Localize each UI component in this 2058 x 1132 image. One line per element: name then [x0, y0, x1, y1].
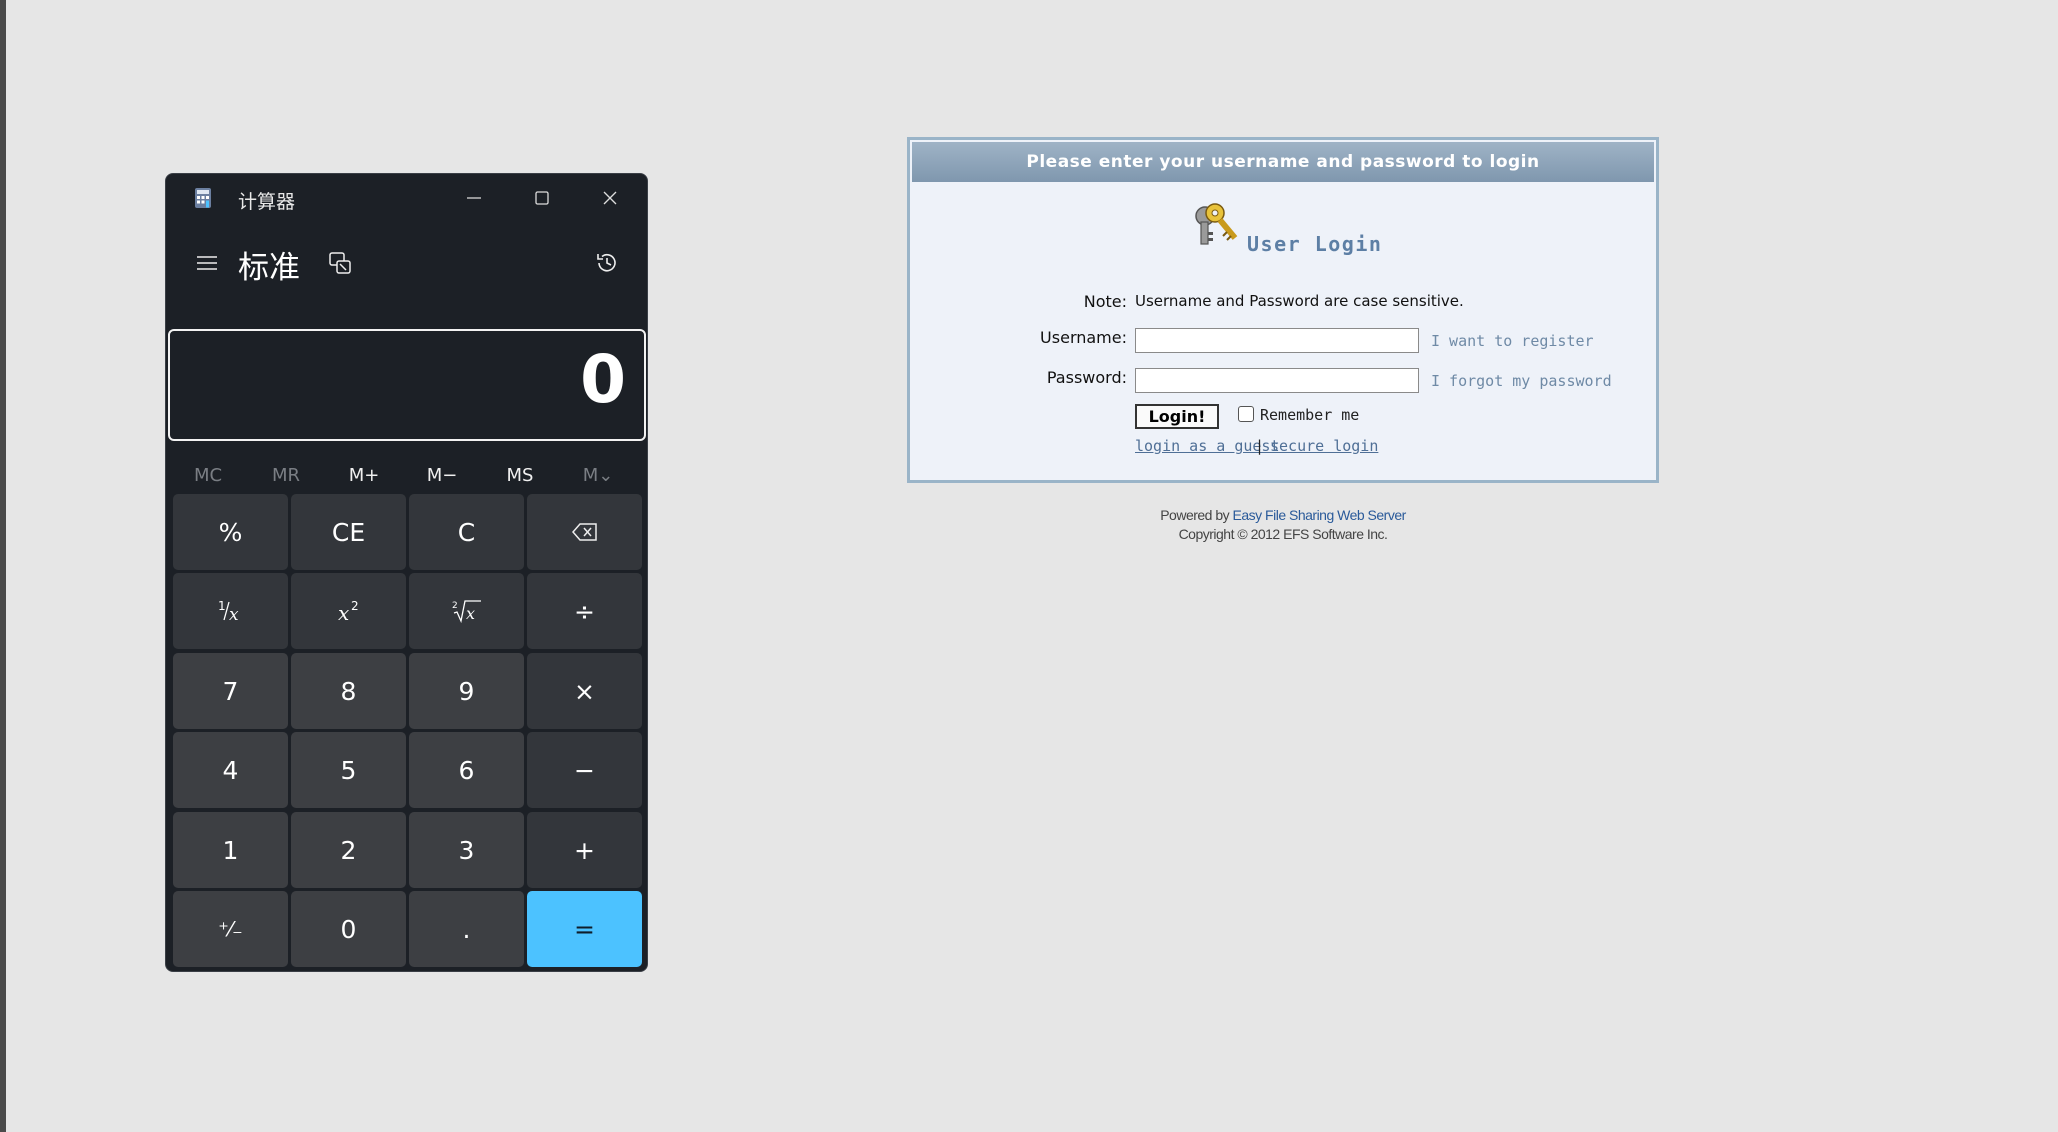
reciprocal-button[interactable]: 1x	[173, 573, 288, 649]
memory-list-button[interactable]: M⌄	[559, 452, 637, 498]
hamburger-icon	[197, 256, 217, 270]
powered-by-text: Powered by	[1160, 507, 1230, 523]
display-value: 0	[580, 341, 626, 418]
link-separator: |	[1255, 437, 1265, 455]
clear-button[interactable]: C	[409, 494, 524, 570]
login-panel: Please enter your username and password …	[907, 137, 1659, 483]
digit-7-button[interactable]: 7	[173, 653, 288, 729]
add-button[interactable]: +	[527, 812, 642, 888]
digit-1-button[interactable]: 1	[173, 812, 288, 888]
maximize-button[interactable]	[508, 174, 576, 222]
square-button[interactable]: x2	[291, 573, 406, 649]
svg-text:x: x	[466, 604, 475, 623]
memory-clear-button[interactable]: MC	[169, 452, 247, 498]
memory-store-button[interactable]: MS	[481, 452, 559, 498]
minimize-button[interactable]	[440, 174, 508, 222]
backspace-icon	[571, 523, 597, 541]
calculator-app-icon	[195, 188, 211, 208]
copyright-text: Copyright © 2012 EFS Software Inc.	[1178, 526, 1388, 542]
keep-on-top-button[interactable]	[321, 244, 359, 282]
calculator-window: 计算器 标准 0 MC MR M+ M− MS M⌄ % CE C 1 x x …	[165, 173, 648, 972]
remember-me-label[interactable]: Remember me	[1260, 406, 1359, 424]
equals-button[interactable]: =	[527, 891, 642, 967]
close-button[interactable]	[576, 174, 644, 222]
history-button[interactable]	[586, 242, 628, 284]
svg-text:2: 2	[351, 599, 359, 613]
svg-text:2: 2	[452, 601, 458, 611]
digit-8-button[interactable]: 8	[291, 653, 406, 729]
memory-recall-button[interactable]: MR	[247, 452, 325, 498]
username-input[interactable]	[1135, 328, 1419, 353]
square-icon: x2	[338, 599, 359, 624]
negate-button[interactable]: ⁺⁄₋	[173, 891, 288, 967]
close-icon	[603, 191, 617, 205]
note-label: Note:	[1083, 292, 1127, 311]
digit-6-button[interactable]: 6	[409, 732, 524, 808]
divide-button[interactable]: ÷	[527, 573, 642, 649]
subtract-button[interactable]: −	[527, 732, 642, 808]
window-title: 计算器	[238, 191, 296, 213]
digit-9-button[interactable]: 9	[409, 653, 524, 729]
calculator-mode-title: 标准	[238, 250, 300, 286]
login-title: User Login	[1247, 232, 1383, 256]
svg-text:x: x	[338, 601, 349, 624]
calculator-titlebar[interactable]: 计算器	[166, 174, 647, 222]
secure-login-link[interactable]: secure login	[1270, 437, 1378, 455]
login-button[interactable]: Login!	[1135, 404, 1219, 429]
keys-icon	[1195, 203, 1238, 245]
clear-entry-button[interactable]: CE	[291, 494, 406, 570]
username-label: Username:	[1040, 328, 1127, 347]
remember-me-checkbox[interactable]	[1238, 406, 1254, 422]
forgot-password-link[interactable]: I forgot my password	[1431, 372, 1612, 390]
login-header: Please enter your username and password …	[912, 142, 1654, 182]
memory-bar: MC MR M+ M− MS M⌄	[166, 452, 647, 498]
maximize-icon	[535, 191, 549, 205]
backspace-button[interactable]	[527, 494, 642, 570]
digit-4-button[interactable]: 4	[173, 732, 288, 808]
svg-text:x: x	[229, 605, 239, 624]
password-label: Password:	[1046, 368, 1127, 387]
minimize-icon	[467, 197, 481, 199]
percent-button[interactable]: %	[173, 494, 288, 570]
multiply-button[interactable]: ×	[527, 653, 642, 729]
page-footer: Powered by Easy File Sharing Web Server …	[907, 506, 1659, 544]
register-link[interactable]: I want to register	[1431, 332, 1594, 350]
digit-5-button[interactable]: 5	[291, 732, 406, 808]
password-input[interactable]	[1135, 368, 1419, 393]
square-root-icon: 2x	[452, 600, 481, 624]
reciprocal-icon: 1x	[218, 599, 239, 624]
digit-2-button[interactable]: 2	[291, 812, 406, 888]
digit-3-button[interactable]: 3	[409, 812, 524, 888]
svg-text:1: 1	[218, 599, 226, 613]
history-icon	[597, 253, 616, 272]
calculator-header: 标准	[166, 222, 647, 304]
memory-subtract-button[interactable]: M−	[403, 452, 481, 498]
window-edge	[0, 0, 6, 1132]
square-root-button[interactable]: 2x	[409, 573, 524, 649]
note-text: Username and Password are case sensitive…	[1135, 292, 1464, 310]
memory-add-button[interactable]: M+	[325, 452, 403, 498]
digit-0-button[interactable]: 0	[291, 891, 406, 967]
powered-by-line: Powered by Easy File Sharing Web Server	[907, 506, 1659, 525]
keep-on-top-icon	[329, 252, 351, 274]
navigation-menu-button[interactable]	[186, 242, 228, 284]
decimal-button[interactable]: .	[409, 891, 524, 967]
efs-server-link[interactable]: Easy File Sharing Web Server	[1233, 507, 1407, 523]
calculator-display: 0	[168, 329, 646, 441]
